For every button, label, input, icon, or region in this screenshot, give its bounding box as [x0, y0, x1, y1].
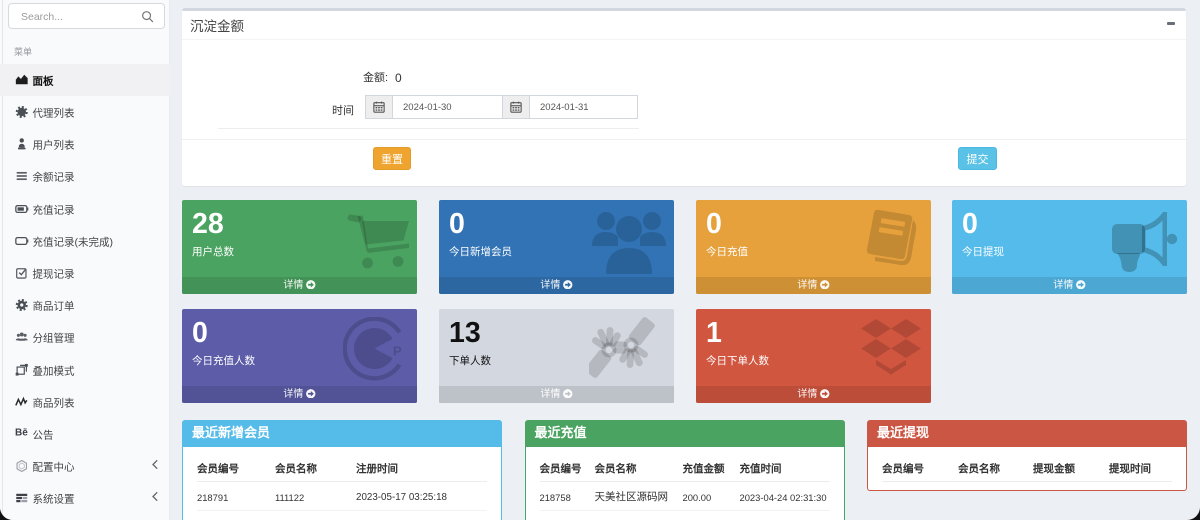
svg-text:P: P	[393, 344, 402, 359]
